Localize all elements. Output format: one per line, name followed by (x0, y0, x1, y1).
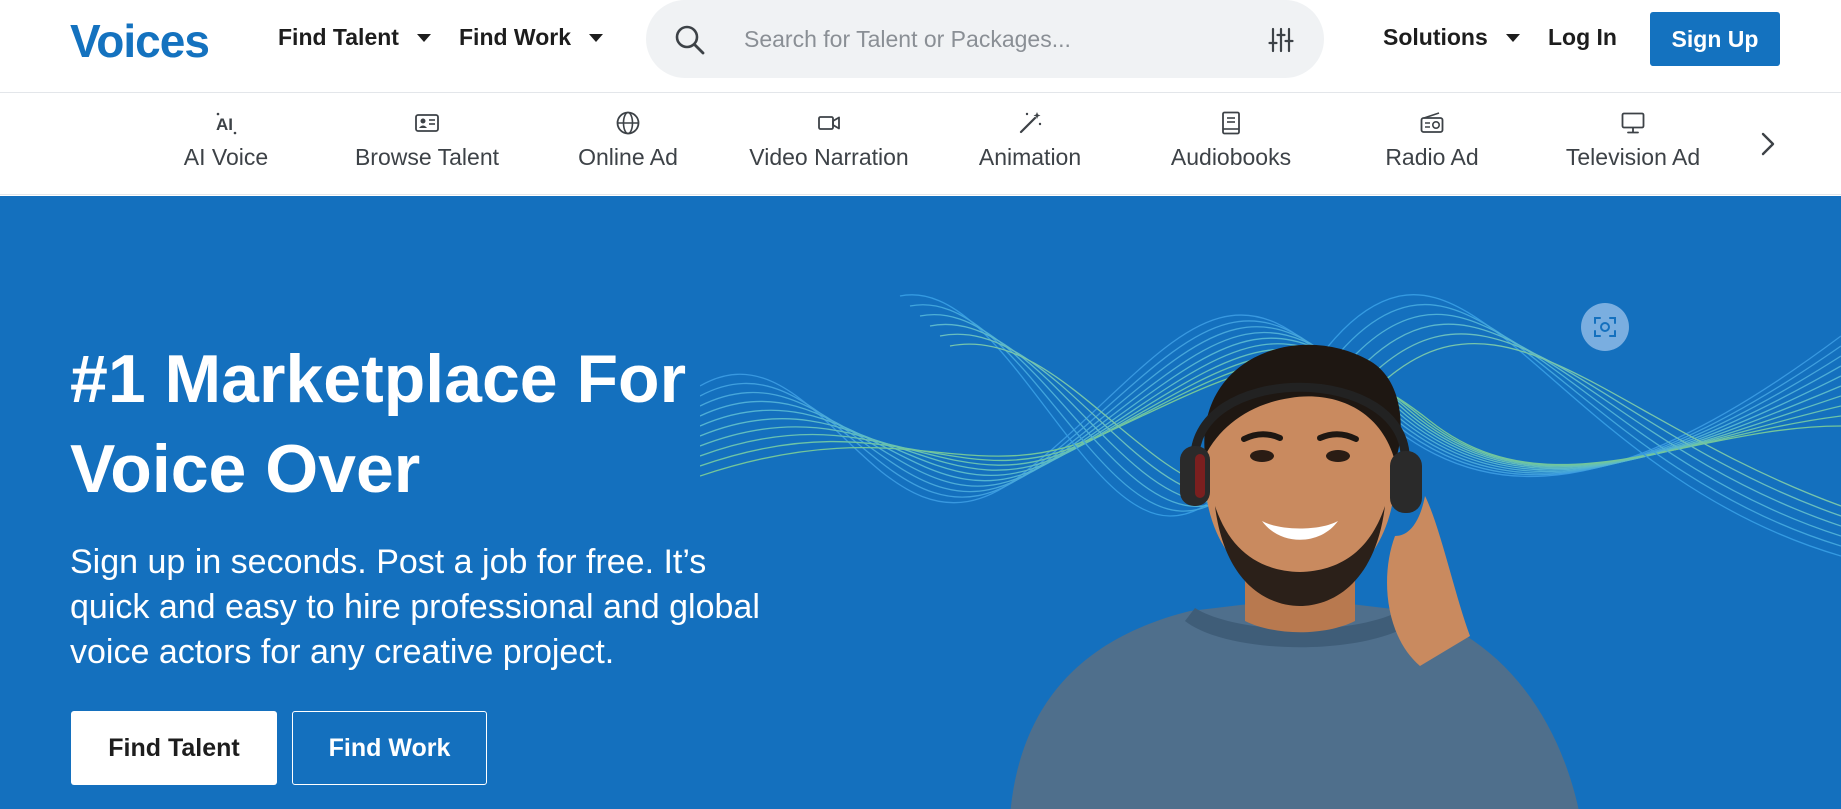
category-ai-voice[interactable]: AI AI Voice (131, 110, 321, 171)
hero-find-talent-button[interactable]: Find Talent (71, 711, 277, 785)
category-audiobooks[interactable]: Audiobooks (1136, 110, 1326, 171)
radio-icon (1420, 112, 1444, 133)
search-input[interactable] (744, 18, 1244, 60)
monitor-icon (1621, 112, 1645, 134)
hero-title: #1 Marketplace For Voice Over (70, 341, 687, 507)
top-navigation: Voices Find Talent Find Work Solutions L… (0, 0, 1841, 93)
category-label: Online Ad (578, 144, 678, 170)
ai-icon: AI (216, 112, 237, 135)
category-label: Television Ad (1565, 144, 1701, 170)
category-browse-talent[interactable]: Browse Talent (332, 110, 522, 171)
chevron-right-icon[interactable] (1750, 124, 1786, 164)
book-icon (1222, 111, 1240, 135)
hero-section: #1 Marketplace For Voice Over Sign up in… (0, 196, 1841, 809)
signup-button[interactable]: Sign Up (1650, 12, 1780, 66)
find-work-menu[interactable]: Find Work (459, 24, 604, 51)
filter-sliders-icon[interactable] (1266, 25, 1296, 55)
voices-logo[interactable]: Voices (70, 14, 210, 68)
category-video-narration[interactable]: Video Narration (734, 110, 924, 171)
category-label: AI Voice (183, 144, 269, 170)
search-icon[interactable] (674, 24, 706, 56)
find-talent-label: Find Talent (278, 24, 399, 50)
category-television-ad[interactable]: Television Ad (1538, 110, 1728, 171)
solutions-menu[interactable]: Solutions (1383, 24, 1520, 51)
svg-text:AI: AI (216, 115, 233, 134)
chevron-down-icon (589, 33, 604, 42)
category-label: Browse Talent (354, 144, 500, 170)
voice-actor-photo (1010, 344, 1579, 809)
video-camera-icon (818, 116, 840, 130)
solutions-label: Solutions (1383, 24, 1488, 50)
hero-subtitle: Sign up in seconds. Post a job for free.… (70, 543, 760, 671)
magic-wand-icon (1019, 112, 1042, 134)
find-talent-menu[interactable]: Find Talent (278, 24, 431, 51)
id-card-icon (415, 114, 439, 132)
login-button[interactable]: Log In (1548, 24, 1617, 51)
chevron-down-icon (416, 33, 431, 42)
hero-find-work-button[interactable]: Find Work (292, 711, 487, 785)
category-label: Animation (978, 144, 1082, 170)
category-online-ad[interactable]: Online Ad (533, 110, 723, 171)
category-label: Radio Ad (1385, 144, 1479, 170)
category-label: Video Narration (749, 144, 909, 170)
category-radio-ad[interactable]: Radio Ad (1337, 110, 1527, 171)
find-work-label: Find Work (459, 24, 572, 50)
category-animation[interactable]: Animation (935, 110, 1125, 171)
globe-icon (616, 111, 640, 135)
chevron-down-icon (1505, 33, 1520, 42)
category-bar: AI AI Voice Browse Talent Online Ad Vide… (0, 94, 1841, 195)
search-bar (646, 0, 1324, 78)
category-label: Audiobooks (1170, 144, 1292, 170)
